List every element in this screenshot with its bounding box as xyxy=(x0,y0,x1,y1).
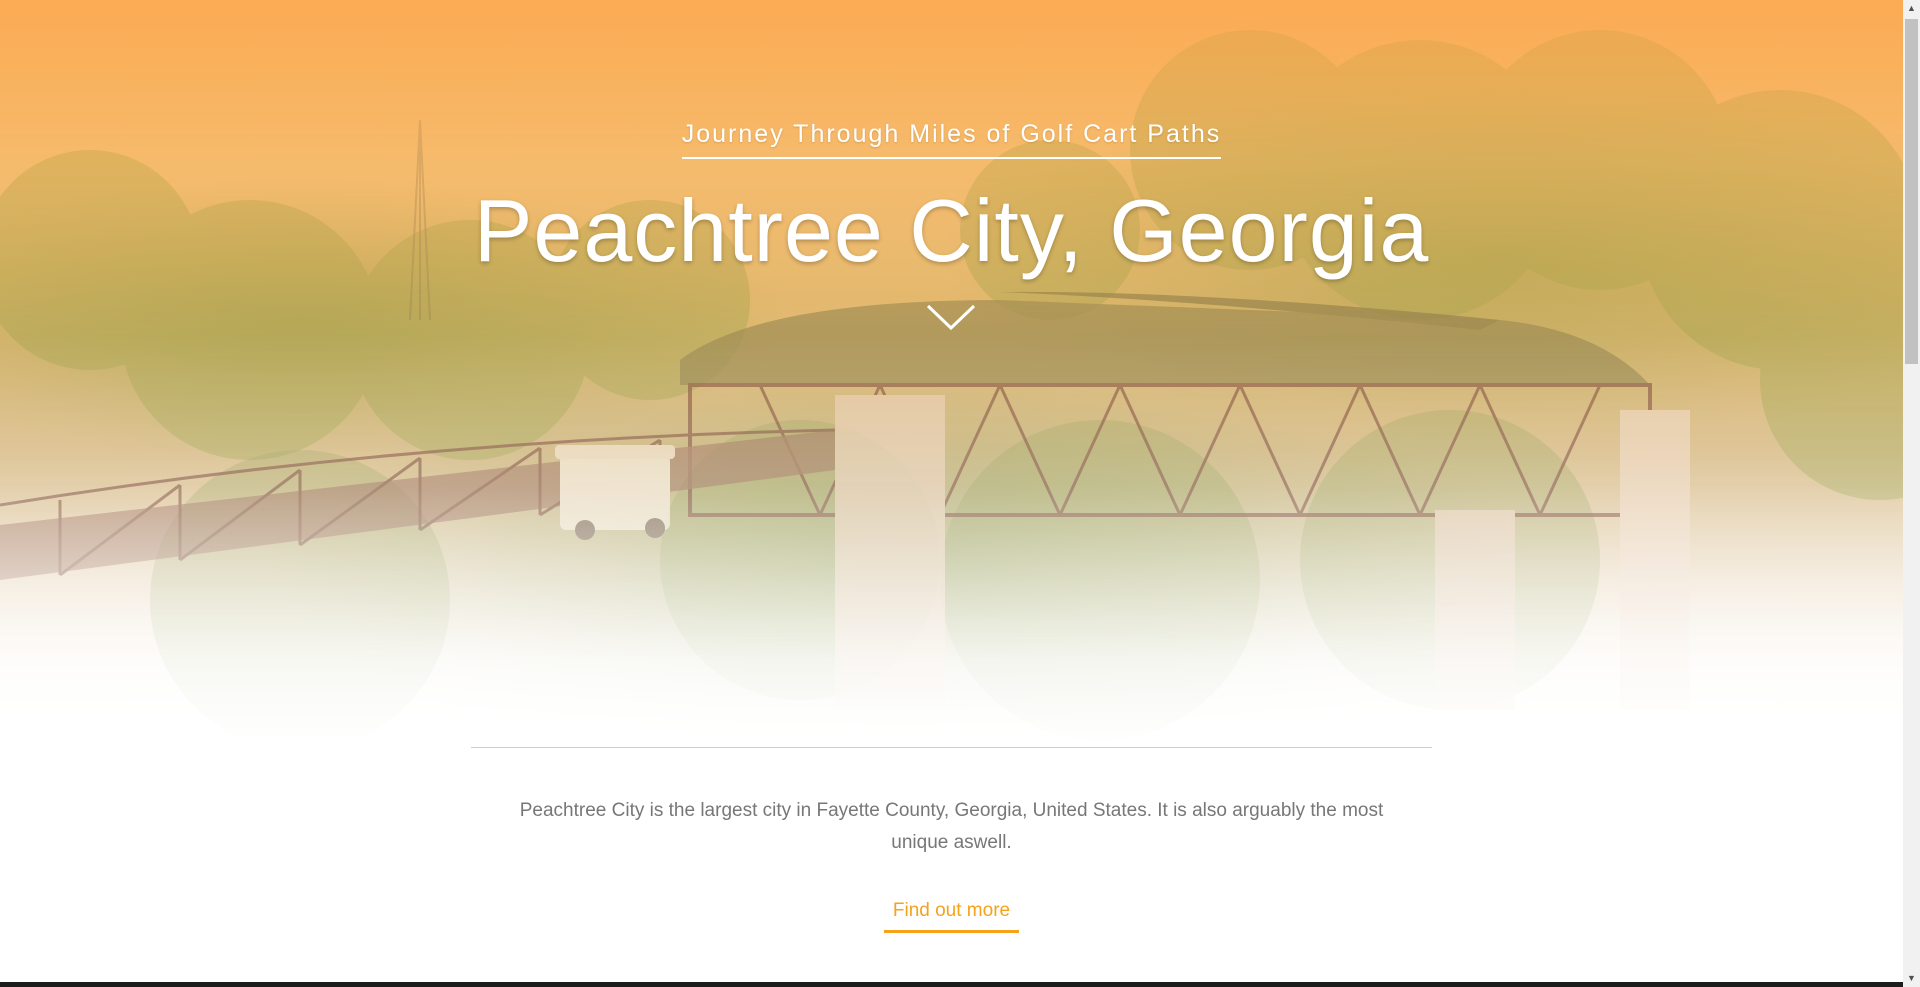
vertical-scrollbar[interactable]: ▲ ▼ xyxy=(1903,0,1920,987)
find-out-more-link[interactable]: Find out more xyxy=(883,900,1020,933)
triangle-up-icon[interactable]: ▲ xyxy=(1903,0,1920,17)
hero-title: Peachtree City, Georgia xyxy=(473,181,1430,280)
hero-eyebrow-text: Journey Through Miles of Golf Cart Paths xyxy=(681,120,1222,159)
cta-container: Find out more xyxy=(0,900,1903,933)
triangle-down-icon[interactable]: ▼ xyxy=(1903,970,1920,987)
hero-eyebrow: Journey Through Miles of Golf Cart Paths xyxy=(0,120,1903,159)
page: Journey Through Miles of Golf Cart Paths… xyxy=(0,0,1903,987)
section-divider xyxy=(471,747,1432,748)
hero-section: Journey Through Miles of Golf Cart Paths… xyxy=(0,0,1903,750)
bottom-edge-strip xyxy=(0,982,1903,987)
intro-section: Peachtree City is the largest city in Fa… xyxy=(0,795,1903,859)
chevron-down-icon[interactable] xyxy=(926,302,976,332)
hero-gradient-overlay xyxy=(0,0,1903,750)
intro-paragraph: Peachtree City is the largest city in Fa… xyxy=(519,800,1384,853)
scrollbar-thumb[interactable] xyxy=(1905,19,1918,364)
